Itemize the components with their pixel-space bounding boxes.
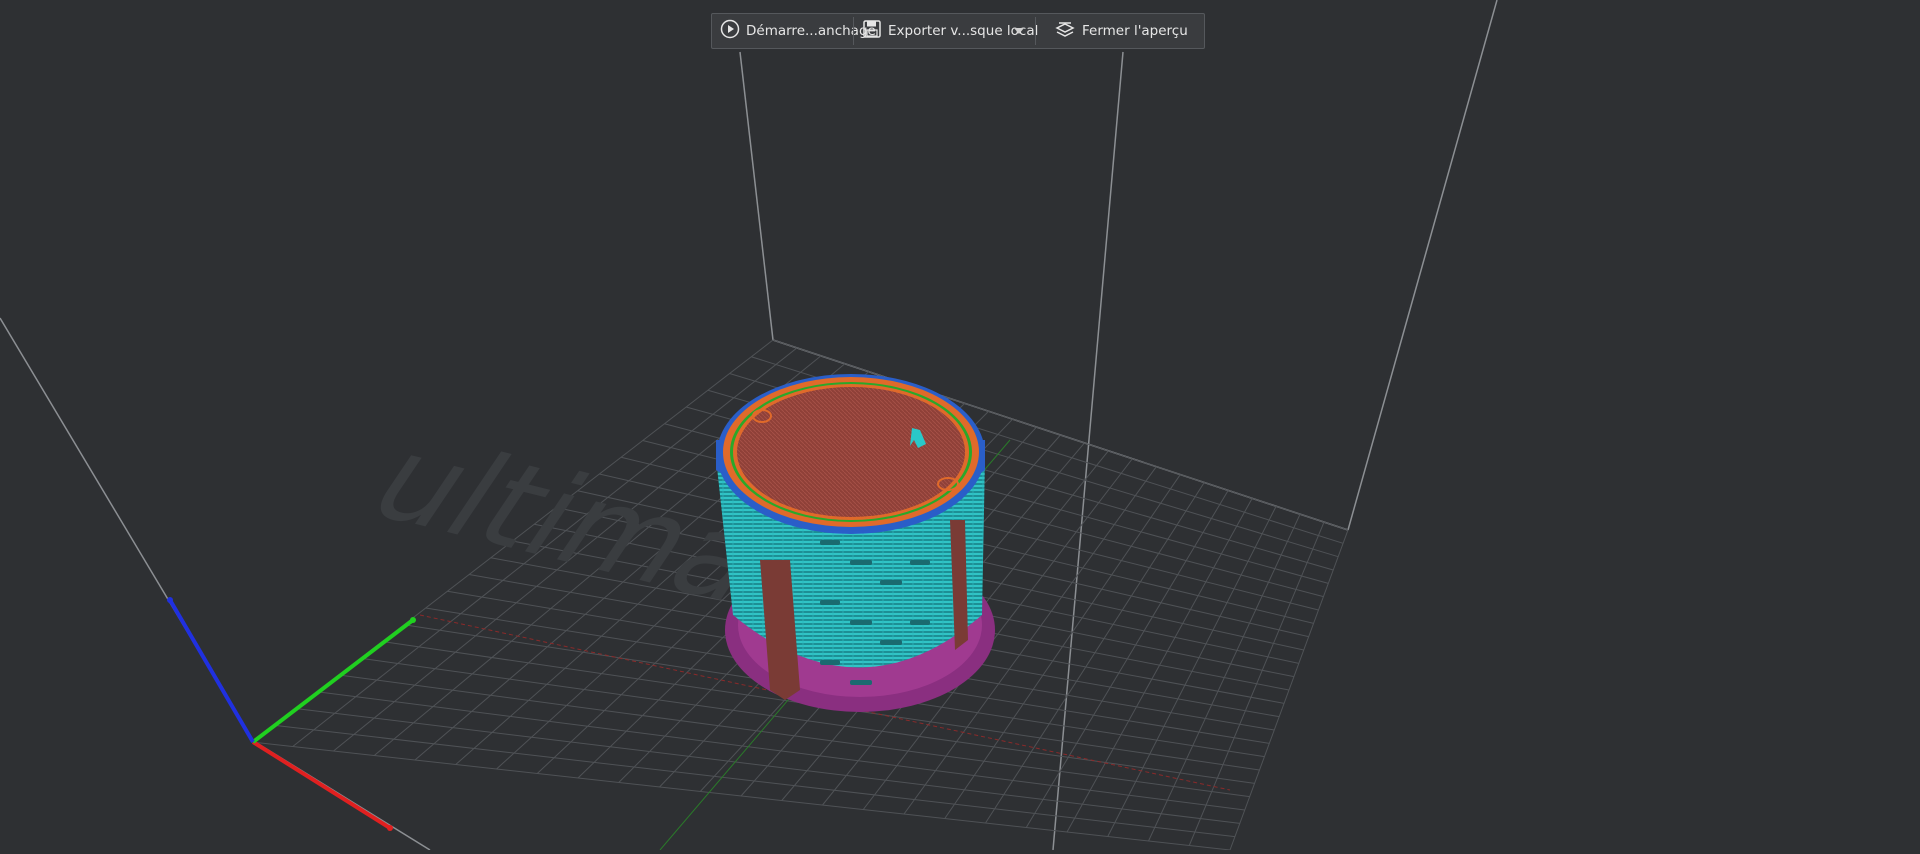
start-slicing-button[interactable]: Démarre...anchage — [712, 14, 876, 48]
grid-line — [1107, 506, 1277, 837]
chevron-down-icon — [1013, 23, 1031, 39]
grid-line — [317, 691, 1245, 811]
grid-line — [1066, 498, 1253, 833]
grid-line — [1229, 529, 1349, 851]
play-circle-icon — [720, 19, 746, 43]
sliced-model[interactable] — [716, 374, 995, 712]
top-surface — [737, 387, 965, 517]
grid-line — [273, 724, 1235, 838]
layers-icon — [1054, 19, 1082, 43]
export-local-disk-button[interactable]: Exporter v...sque local — [854, 14, 1038, 48]
grid-line — [295, 708, 1240, 824]
export-dropdown-button[interactable] — [1009, 14, 1035, 48]
grid-line — [251, 741, 1231, 851]
grid-line — [1188, 521, 1325, 846]
3d-viewport[interactable]: ultimaker Démarre...anchage Exporter v..… — [0, 0, 1920, 851]
z-axis — [168, 598, 255, 744]
preview-toolbar: Démarre...anchage Exporter v...sque loca… — [711, 13, 1205, 49]
y-axis — [251, 618, 415, 744]
save-disk-icon — [862, 19, 888, 43]
close-preview-button[interactable]: Fermer l'aperçu — [1036, 14, 1204, 48]
print-preview-scene[interactable]: ultimaker — [0, 0, 1920, 851]
grid-line — [1148, 513, 1301, 842]
close-preview-label: Fermer l'aperçu — [1082, 23, 1188, 39]
